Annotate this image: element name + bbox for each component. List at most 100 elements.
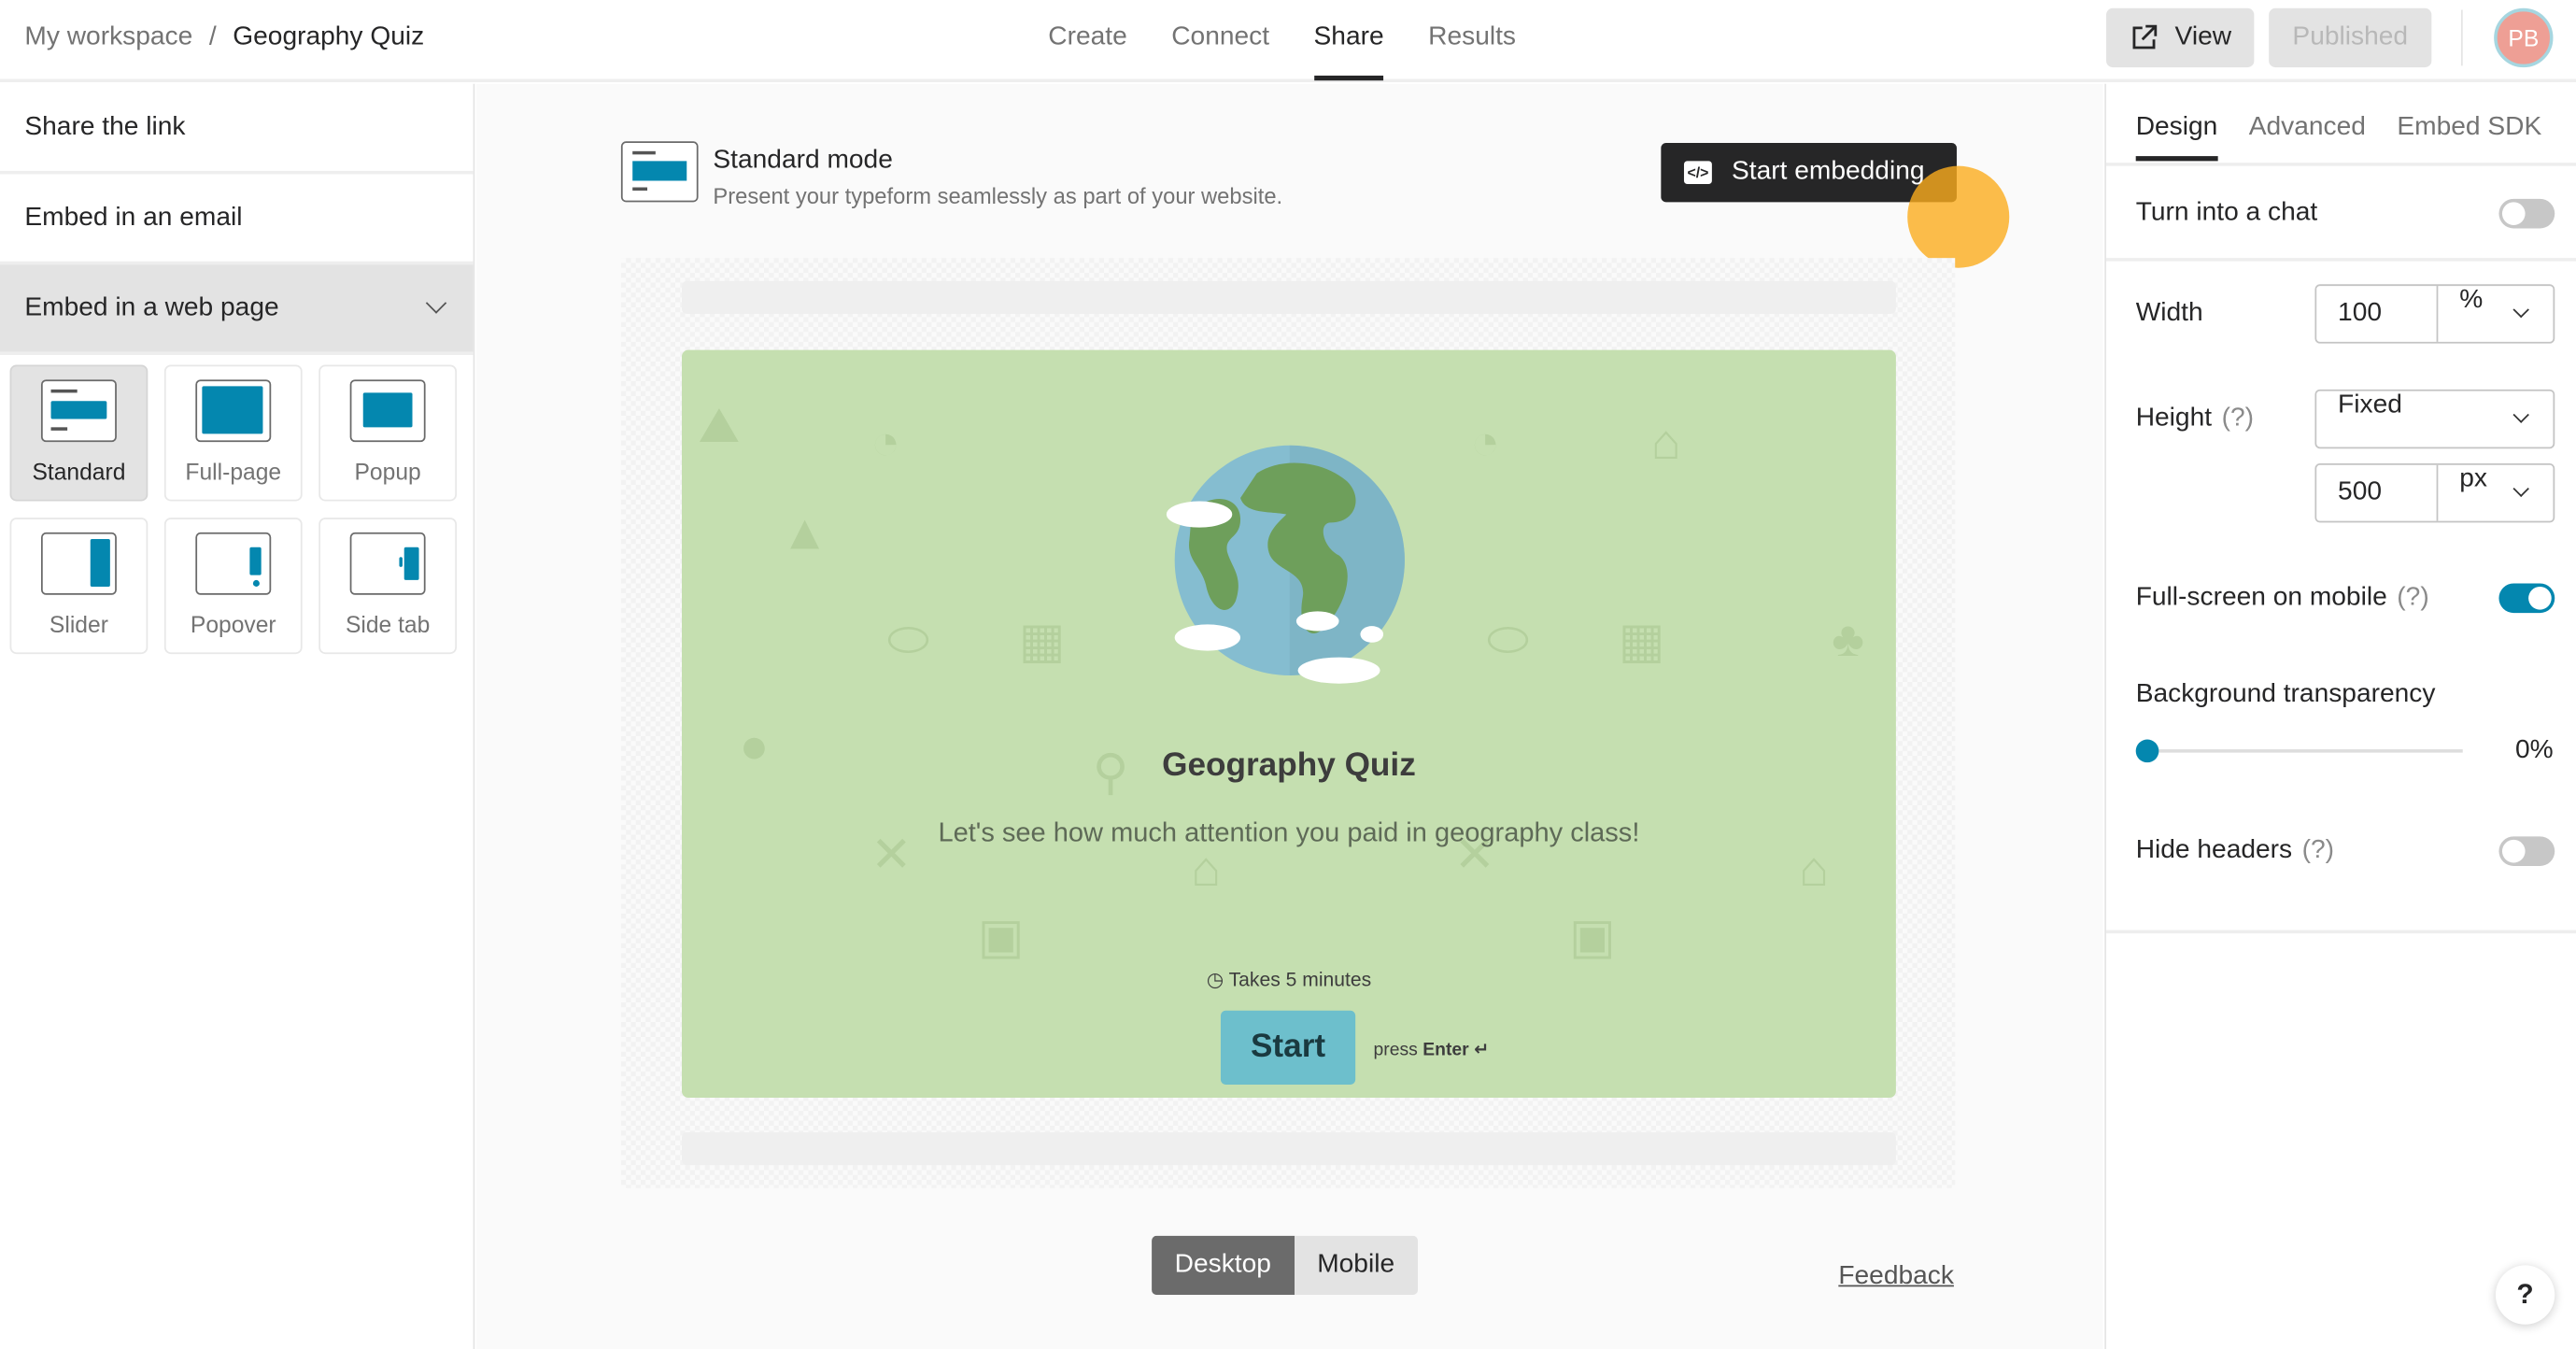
quiz-title: Geography Quiz: [1162, 747, 1416, 785]
transparency-value: 0%: [2515, 736, 2554, 764]
height-unit-select[interactable]: px: [2436, 464, 2554, 521]
breadcrumb-form-title[interactable]: Geography Quiz: [233, 23, 424, 51]
quiz-subtitle: Let's see how much attention you paid in…: [938, 817, 1640, 848]
chevron-down-icon: [2512, 480, 2529, 498]
width-field: 100 %: [2314, 284, 2555, 344]
popup-mode-icon: [349, 379, 426, 443]
mode-slider[interactable]: Slider: [9, 518, 149, 655]
divider: [2106, 930, 2576, 934]
help-icon[interactable]: (?): [2397, 583, 2428, 611]
chat-toggle[interactable]: [2498, 198, 2555, 229]
unit-value: px: [2459, 464, 2487, 493]
embed-mode-grid: Standard Full-page Popup Slider Popover …: [0, 355, 474, 664]
divider: [2460, 9, 2463, 66]
height-label-text: Height: [2135, 404, 2213, 433]
height-field: 500 px: [2314, 463, 2555, 523]
height-label: Height (?): [2136, 405, 2254, 434]
mode-popover[interactable]: Popover: [163, 518, 303, 655]
pattern-icon: ⛰: [698, 399, 740, 454]
fullscreen-label: Full-screen on mobile (?): [2136, 583, 2429, 613]
nav-share[interactable]: Share: [1313, 23, 1384, 81]
nav-connect[interactable]: Connect: [1171, 23, 1269, 53]
mode-description: Present your typeform seamlessly as part…: [713, 184, 1283, 209]
feedback-link[interactable]: Feedback: [1838, 1262, 1954, 1292]
width-unit-select[interactable]: %: [2436, 286, 2554, 342]
quiz-duration: ◷ Takes 5 minutes: [682, 968, 1896, 991]
breadcrumb-separator: /: [208, 22, 217, 51]
side-tab-mode-icon: [349, 532, 426, 595]
pattern-icon: ⌂: [1191, 843, 1222, 898]
transparency-slider[interactable]: [2135, 739, 2463, 763]
duration-text: Takes 5 minutes: [1228, 968, 1372, 991]
help-button[interactable]: ?: [2495, 1265, 2555, 1325]
share-sidebar: Share the link Embed in an email Embed i…: [0, 83, 475, 1349]
external-link-icon: [2132, 24, 2157, 50]
mode-label: Popover: [190, 611, 276, 638]
placeholder-bar: [681, 1131, 1896, 1166]
height-input[interactable]: 500: [2316, 465, 2436, 521]
hide-headers-text: Hide headers: [2135, 836, 2293, 865]
chevron-down-icon: [2512, 406, 2529, 423]
tab-embed-sdk[interactable]: Embed SDK: [2397, 113, 2541, 163]
mode-standard[interactable]: Standard: [9, 364, 149, 502]
fullscreen-label-text: Full-screen on mobile: [2135, 583, 2387, 612]
sidebar-item-embed-web[interactable]: Embed in a web page: [0, 264, 474, 355]
press-text: press: [1373, 1040, 1418, 1060]
mode-label: Standard: [32, 458, 126, 485]
sidebar-item-embed-email[interactable]: Embed in an email: [0, 174, 474, 265]
chevron-down-icon: [425, 292, 447, 314]
published-button[interactable]: Published: [2269, 7, 2432, 68]
avatar[interactable]: PB: [2494, 7, 2554, 68]
start-embedding-label: Start embedding: [1731, 157, 1925, 186]
unit-value: %: [2459, 286, 2484, 314]
standard-mode-icon: [620, 141, 699, 203]
mode-popup[interactable]: Popup: [318, 364, 458, 502]
mode-label: Side tab: [345, 611, 431, 638]
main-nav: Create Connect Share Results: [1048, 23, 1516, 81]
mode-label: Full-page: [185, 458, 282, 485]
height-mode-value: Fixed: [2316, 391, 2553, 447]
chevron-down-icon: [2512, 301, 2529, 319]
width-input[interactable]: 100: [2316, 286, 2436, 342]
typeform-preview: ⛰ ◔ ▲ ⬭ ▦ ● ⚲ ✕ ⌂ ◔ ⌂ ⬭ ▦ ♣ ✕ ⌂ ▣ ▣ Geog…: [681, 349, 1896, 1099]
sidebar-item-label: Embed in a web page: [24, 293, 279, 322]
tab-mobile[interactable]: Mobile: [1294, 1235, 1418, 1296]
help-icon[interactable]: (?): [2302, 836, 2334, 864]
view-button[interactable]: View: [2106, 7, 2255, 68]
width-label: Width: [2135, 299, 2203, 328]
nav-create[interactable]: Create: [1048, 23, 1126, 53]
tab-advanced[interactable]: Advanced: [2249, 113, 2366, 163]
nav-results[interactable]: Results: [1428, 23, 1516, 53]
mode-full-page[interactable]: Full-page: [163, 364, 303, 502]
pattern-icon: ▦: [1018, 614, 1066, 669]
preview-area: Standard mode Present your typeform seam…: [476, 83, 2103, 1349]
chat-label: Turn into a chat: [2135, 198, 2318, 227]
pattern-icon: ⌂: [1650, 416, 1681, 471]
pattern-icon: ◔: [870, 416, 901, 471]
quiz-start-button[interactable]: Start: [1220, 1010, 1356, 1085]
pattern-icon: ▦: [1618, 614, 1665, 669]
slider-handle[interactable]: [2135, 739, 2159, 763]
mode-side-tab[interactable]: Side tab: [318, 518, 458, 655]
placeholder-bar: [681, 280, 1896, 314]
sidebar-item-share-link[interactable]: Share the link: [0, 84, 474, 175]
top-bar: My workspace / Geography Quiz Create Conne…: [0, 0, 2576, 82]
help-icon[interactable]: (?): [2222, 405, 2254, 433]
transparency-label: Background transparency: [2135, 680, 2436, 709]
pattern-icon: ⬭: [886, 613, 929, 668]
tab-design[interactable]: Design: [2135, 113, 2217, 163]
divider: [2106, 258, 2576, 262]
design-panel: Design Advanced Embed SDK Turn into a ch…: [2104, 83, 2576, 1349]
tab-desktop[interactable]: Desktop: [1152, 1235, 1295, 1296]
cursor-highlight: [1907, 165, 2010, 268]
pattern-icon: ▲: [780, 505, 829, 561]
mode-title: Standard mode: [713, 146, 893, 175]
height-mode-select[interactable]: Fixed: [2314, 389, 2555, 449]
hide-headers-toggle[interactable]: [2498, 836, 2555, 866]
standard-mode-icon: [40, 379, 117, 443]
globe-illustration: [1166, 445, 1405, 684]
breadcrumb-workspace[interactable]: My workspace: [24, 23, 192, 51]
view-label: View: [2174, 22, 2232, 51]
fullscreen-toggle[interactable]: [2498, 583, 2555, 614]
pattern-icon: ♣: [1832, 613, 1864, 668]
